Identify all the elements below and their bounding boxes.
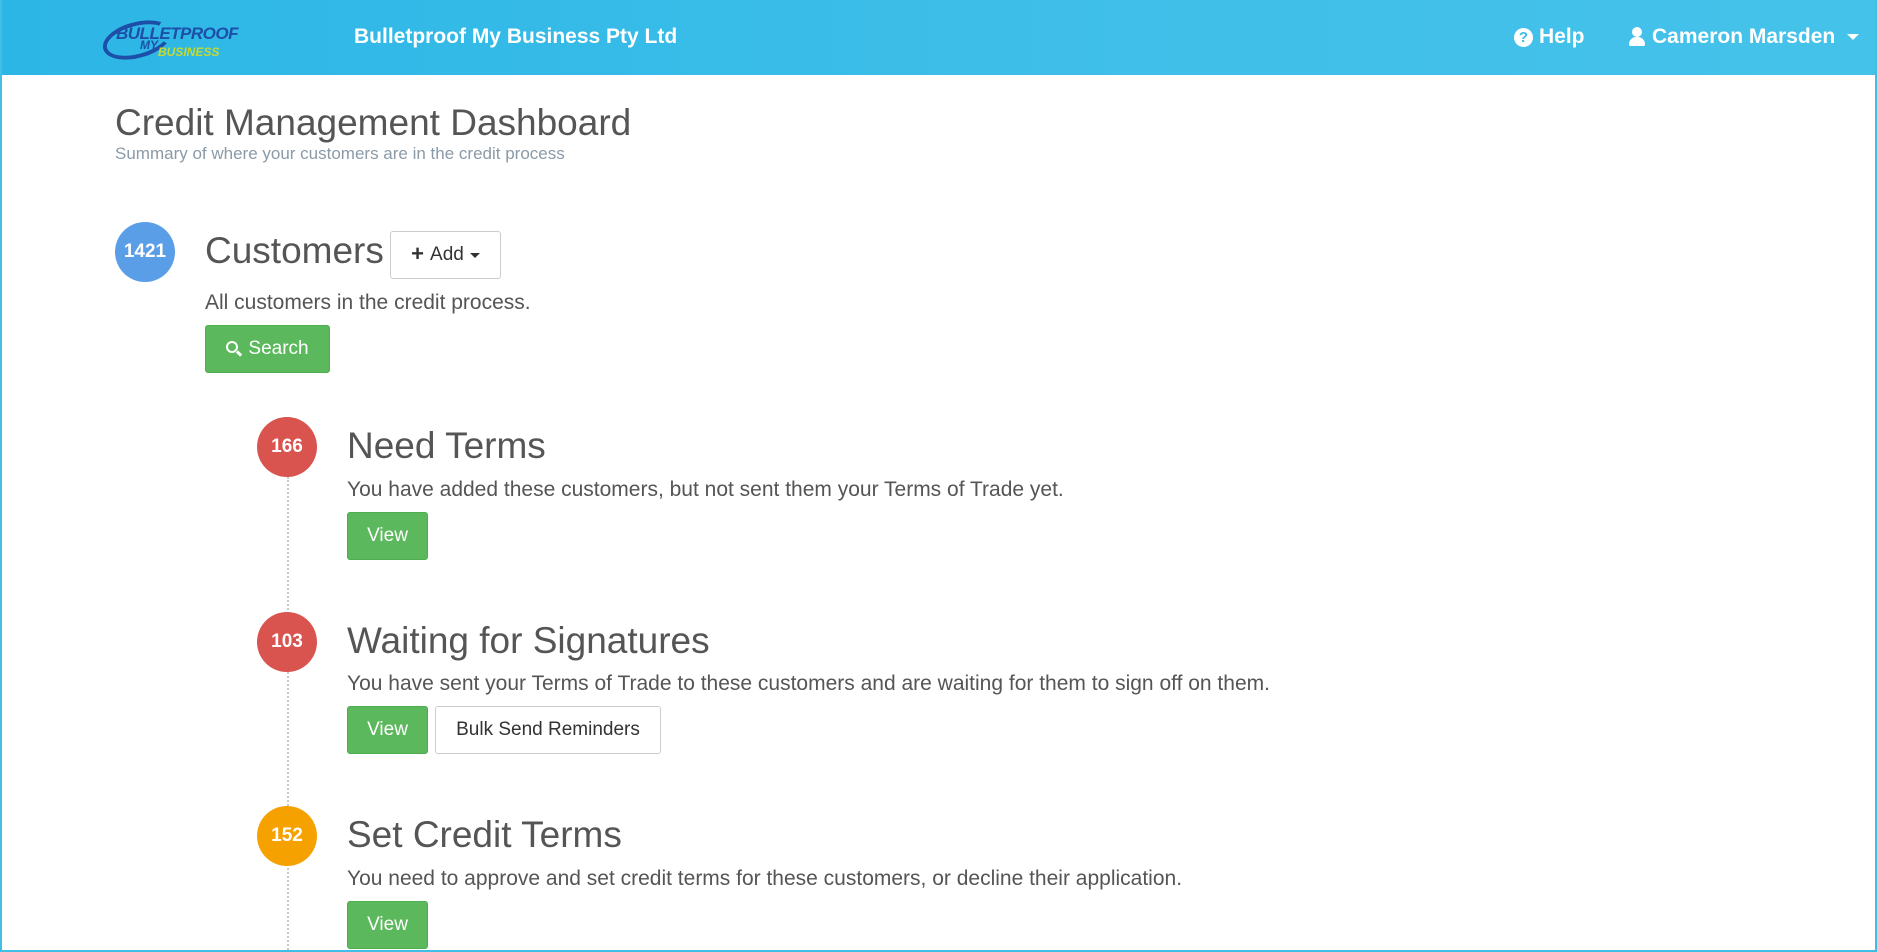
need-terms-view-button[interactable]: View [347,512,428,560]
search-button-label: Search [248,338,309,359]
help-label: Help [1539,25,1585,48]
waiting-signatures-view-button[interactable]: View [347,706,428,754]
bulk-send-reminders-button[interactable]: Bulk Send Reminders [435,706,661,754]
add-button-label: Add [430,244,464,265]
need-terms-count-badge: 166 [257,417,317,477]
customers-description: All customers in the credit process. [205,291,531,314]
set-credit-terms-description: You need to approve and set credit terms… [347,867,1183,890]
user-icon [1628,27,1646,47]
need-terms-description: You have added these customers, but not … [347,478,1064,501]
logo-text-1: BULLETPROOF [116,24,239,43]
top-navbar: BULLETPROOF MY BUSINESS Bulletproof My B… [2,0,1875,75]
waiting-signatures-description: You have sent your Terms of Trade to the… [347,672,1270,695]
user-menu[interactable]: Cameron Marsden [1628,25,1860,49]
stage-timeline-line [287,477,289,950]
question-circle-icon: ? [1514,27,1533,47]
search-icon [226,341,243,357]
page-subtitle: Summary of where your customers are in t… [115,144,565,163]
waiting-signatures-title: Waiting for Signatures [347,620,710,661]
customers-count-badge: 1421 [115,222,175,282]
brand-name[interactable]: Bulletproof My Business Pty Ltd [354,25,677,49]
set-credit-terms-count-badge: 152 [257,806,317,866]
customers-title: Customers [205,230,384,271]
help-link[interactable]: ? Help [1514,25,1585,49]
page-title: Credit Management Dashboard [115,102,632,143]
logo-text-3: BUSINESS [158,45,220,59]
chevron-down-icon [1847,34,1860,40]
user-name: Cameron Marsden [1652,25,1836,48]
set-credit-terms-title: Set Credit Terms [347,814,622,855]
company-logo[interactable]: BULLETPROOF MY BUSINESS [98,13,239,67]
plus-icon: + [411,241,425,266]
need-terms-title: Need Terms [347,425,546,466]
add-customer-dropdown-button[interactable]: + Add [390,231,501,279]
logo-text-2: MY [140,38,158,52]
chevron-down-icon [469,252,480,258]
set-credit-terms-view-button[interactable]: View [347,901,428,949]
waiting-signatures-count-badge: 103 [257,612,317,672]
search-button[interactable]: Search [205,325,330,373]
app-frame: BULLETPROOF MY BUSINESS Bulletproof My B… [0,0,1877,952]
